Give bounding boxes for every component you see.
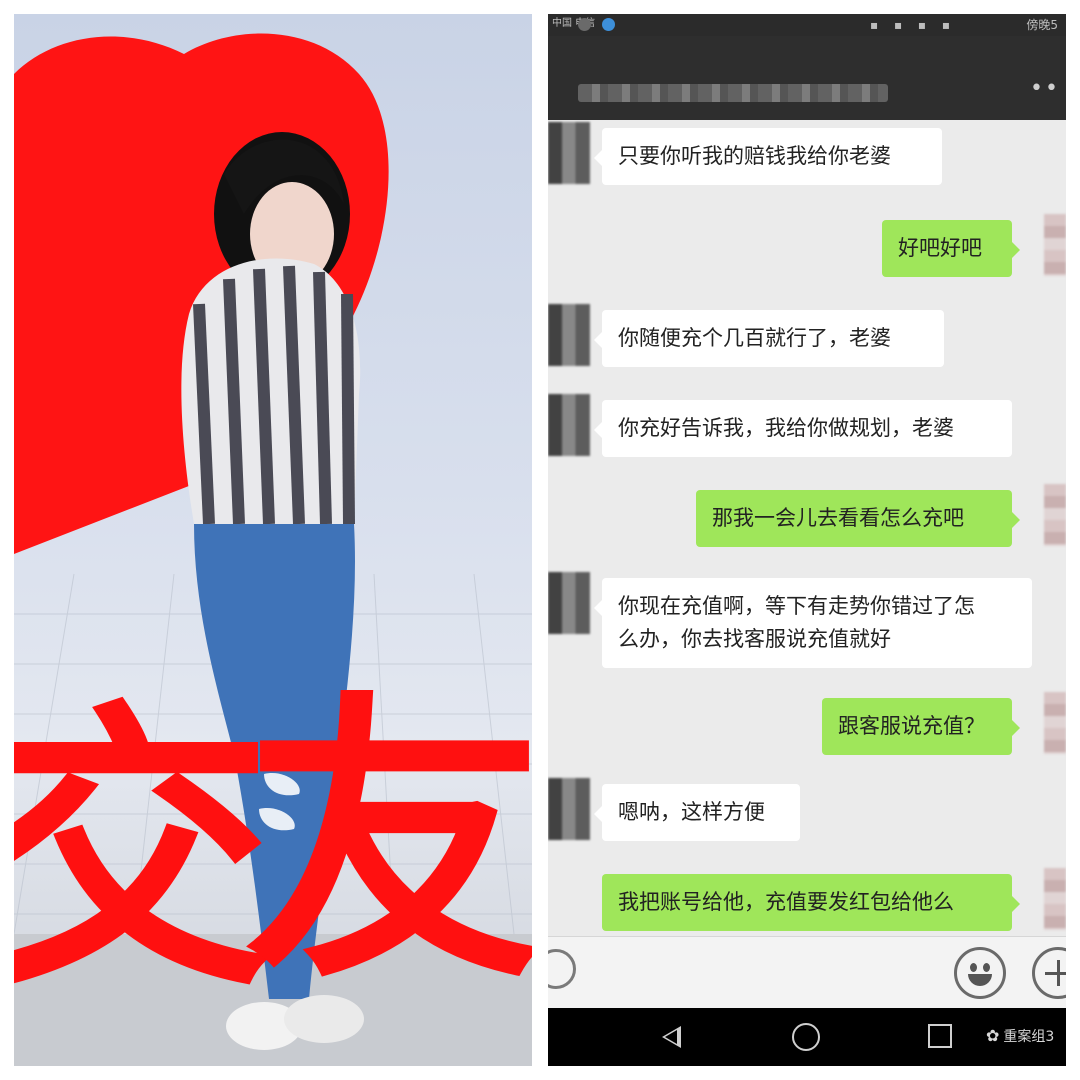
user-avatar[interactable] <box>1044 484 1066 546</box>
chat-message-list[interactable]: 只要你听我的赔钱我给你老婆 好吧好吧 你随便充个几百就行了，老婆 你充好告诉我，… <box>548 120 1066 936</box>
wechat-icon: ✿ <box>986 1026 1000 1045</box>
contact-avatar[interactable] <box>548 572 590 634</box>
status-icons: ▪ ▪ ▪ ▪ <box>870 18 956 32</box>
status-time: 傍晚5 <box>1026 18 1058 32</box>
message-bubble: 你充好告诉我，我给你做规划，老婆 <box>594 400 1012 457</box>
watermark-text: 重案组3 <box>1003 1029 1055 1045</box>
chat-title-bar: •• <box>548 36 1066 120</box>
contact-avatar[interactable] <box>548 778 590 840</box>
user-avatar[interactable] <box>1044 868 1066 930</box>
message-bubble: 好吧好吧 <box>882 220 1020 277</box>
signal-icon <box>578 18 591 31</box>
contact-avatar[interactable] <box>548 304 590 366</box>
voice-icon[interactable] <box>548 949 576 989</box>
message-bubble: 我把账号给他，充值要发红包给他么 <box>602 874 1020 931</box>
contact-avatar[interactable] <box>548 122 590 184</box>
home-icon[interactable] <box>792 1023 820 1051</box>
back-icon-inner <box>665 1030 677 1044</box>
emoji-mouth <box>968 974 992 986</box>
user-avatar[interactable] <box>1044 214 1066 276</box>
plus-icon[interactable] <box>1032 947 1066 999</box>
emoji-icon[interactable] <box>954 947 1006 999</box>
message-bubble: 你随便充个几百就行了，老婆 <box>594 310 944 367</box>
message-bubble: 只要你听我的赔钱我给你老婆 <box>594 128 942 185</box>
user-avatar[interactable] <box>1044 692 1066 754</box>
banner-char-2: 友 <box>244 669 532 1018</box>
message-bubble: 跟客服说充值？ <box>822 698 1020 755</box>
message-bubble: 你现在充值啊，等下有走势你错过了怎 么办，你去找客服说充值就好 <box>594 578 1032 668</box>
illustration-panel: 交 友 <box>14 14 532 1066</box>
more-icon[interactable]: •• <box>1030 76 1060 101</box>
contact-name-blurred <box>578 84 888 102</box>
watermark: ✿ 重案组3 <box>986 1026 1054 1046</box>
message-bubble: 嗯呐，这样方便 <box>594 784 800 841</box>
message-bubble: 那我一会儿去看看怎么充吧 <box>696 490 1020 547</box>
system-nav-bar: ✿ 重案组3 <box>548 1008 1066 1066</box>
app-notification-icon <box>602 18 615 31</box>
contact-avatar[interactable] <box>548 394 590 456</box>
chat-input-bar <box>548 936 1066 1009</box>
status-bar: 中国 电信 ▪ ▪ ▪ ▪ 傍晚5 <box>548 14 1066 36</box>
recent-apps-icon[interactable] <box>928 1024 952 1048</box>
banner-char-1: 交 <box>14 679 274 1028</box>
phone-screen: 中国 电信 ▪ ▪ ▪ ▪ 傍晚5 •• 只要你听我的赔钱我给你老婆 好吧好吧 … <box>548 14 1066 1066</box>
